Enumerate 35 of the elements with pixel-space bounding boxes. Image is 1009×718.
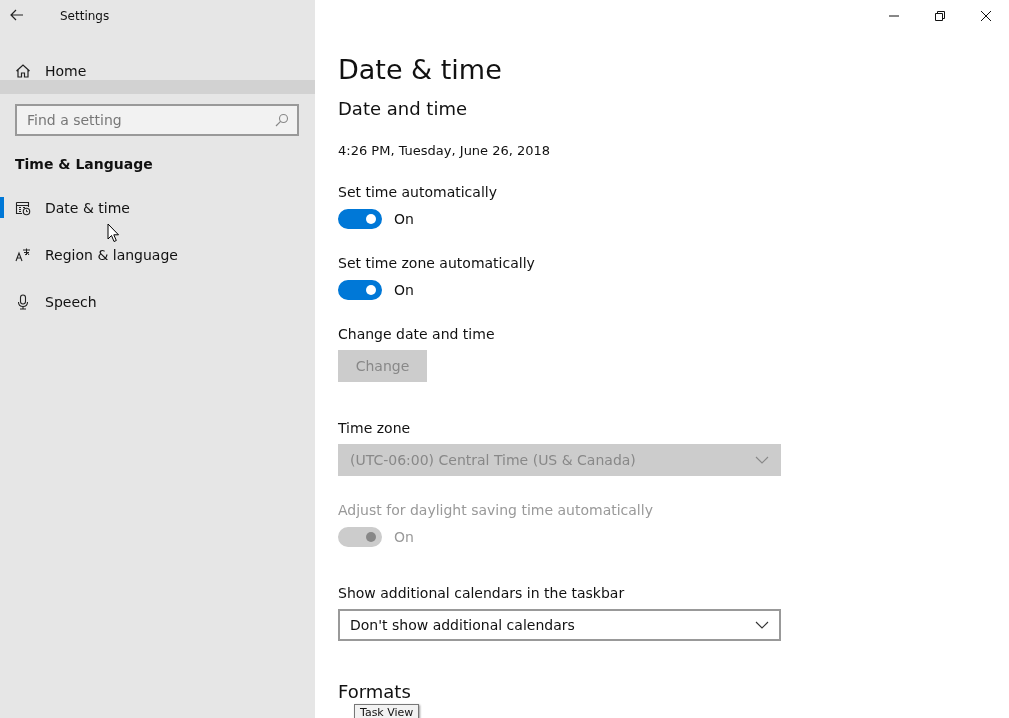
sidebar-item[interactable]: Region & language [0, 231, 315, 278]
dropdown[interactable]: Don't show additional calendars [338, 609, 781, 641]
chevron-down-icon [755, 456, 769, 464]
search-field[interactable]: Find a setting [15, 104, 299, 136]
toggle-switch[interactable] [338, 280, 382, 300]
home-nav-item[interactable]: Home [0, 48, 315, 94]
toggle-switch[interactable] [338, 209, 382, 229]
setting-label: Set time automatically [338, 184, 498, 200]
toggle-state-text: On [394, 529, 414, 545]
section-heading: Time & Language [14, 155, 154, 172]
sidebar-item[interactable]: Date & time [0, 184, 315, 231]
current-date-time: 4:26 PM, Tuesday, June 26, 2018 [338, 143, 552, 158]
setting-label: Adjust for daylight saving time automatically [338, 502, 654, 518]
chevron-down-icon [755, 621, 769, 629]
calendar-clock-icon [15, 199, 31, 216]
home-icon [15, 63, 31, 79]
section-title: Formats [338, 681, 412, 703]
sidebar-item[interactable]: Speech [0, 278, 315, 325]
back-arrow-icon [10, 8, 24, 21]
window-title: Settings [60, 9, 110, 23]
setting-label: Show additional calendars in the taskbar [338, 585, 626, 601]
toggle-state-text: On [394, 282, 414, 298]
section-title: Date and time [338, 97, 468, 121]
close-icon [980, 10, 992, 22]
setting-label: Change date and time [338, 326, 496, 342]
setting-label: Time zone [338, 420, 412, 436]
language-icon [15, 246, 31, 263]
restore-icon [934, 10, 946, 22]
search-icon [275, 113, 289, 127]
setting-label: Set time zone automatically [338, 255, 536, 271]
page-title: Date & time [338, 53, 503, 87]
toggle-state-text: On [394, 211, 414, 227]
tooltip: Task View [354, 704, 420, 718]
microphone-icon [15, 293, 31, 310]
mouse-pointer-icon [107, 223, 121, 243]
